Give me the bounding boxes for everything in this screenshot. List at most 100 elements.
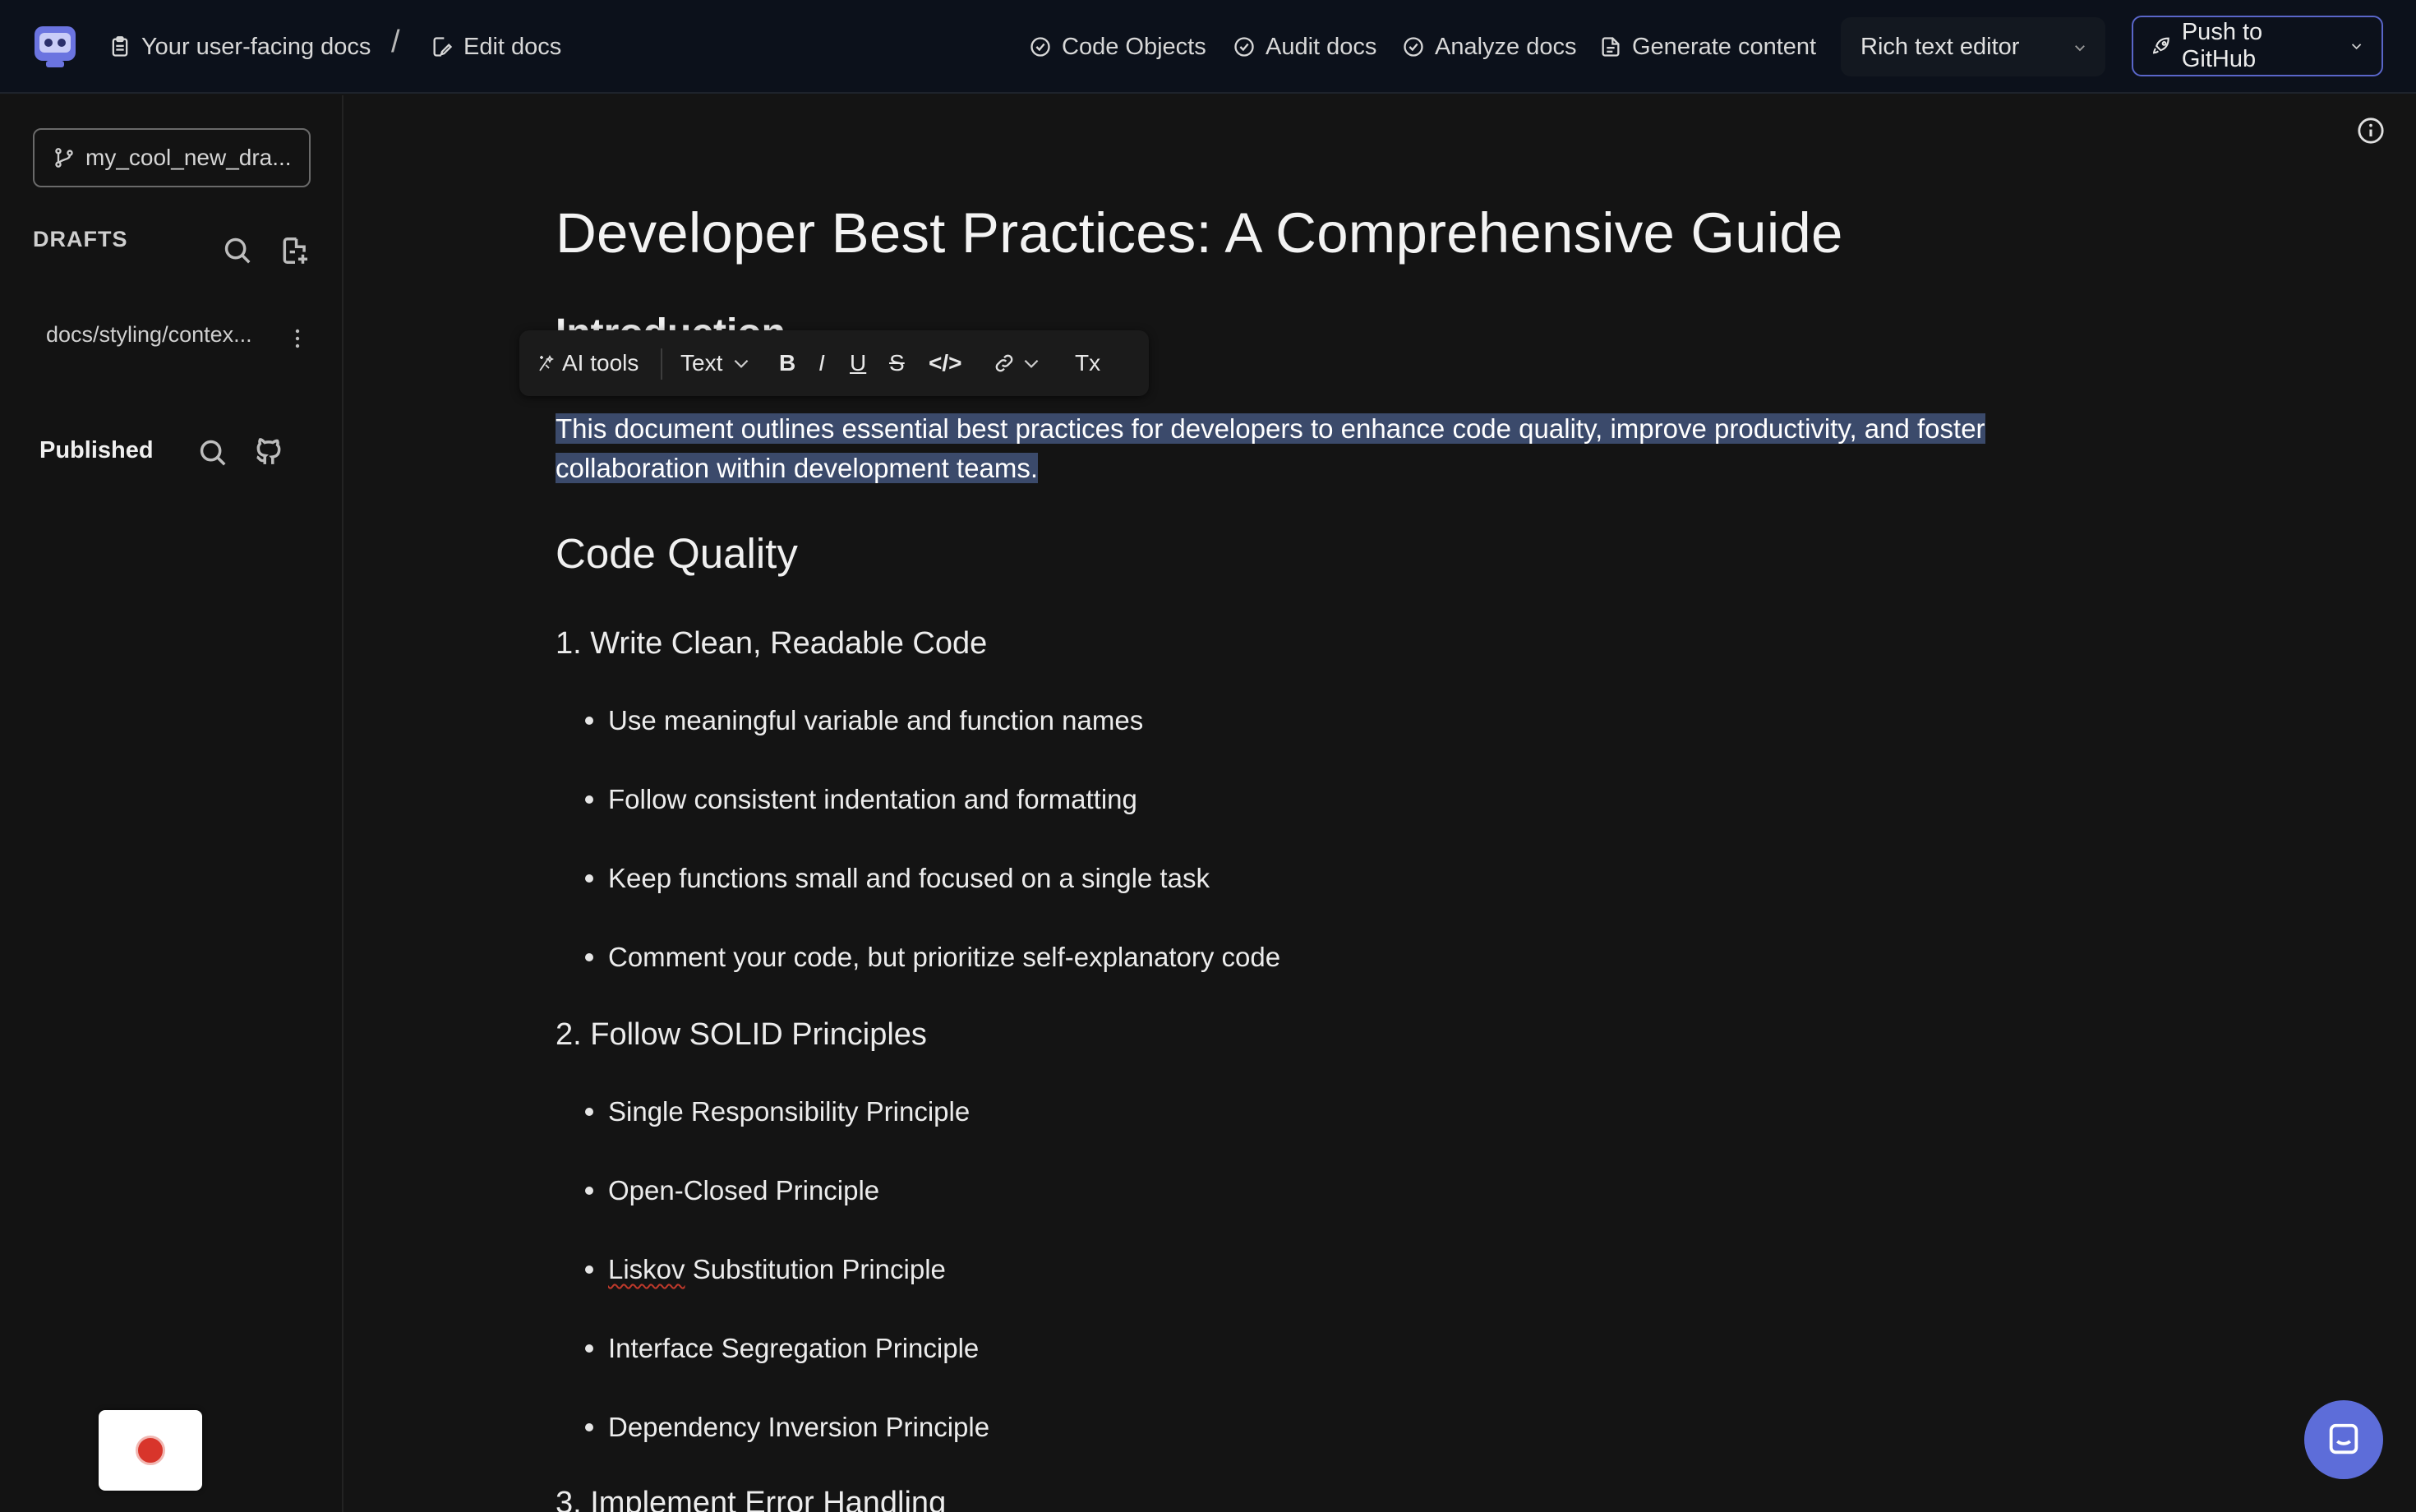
bold-button[interactable]: B xyxy=(779,330,795,396)
misspelled-word[interactable]: Liskov xyxy=(608,1254,685,1285)
published-heading: Published xyxy=(39,437,154,463)
search-icon[interactable] xyxy=(197,437,228,468)
app-logo-icon[interactable] xyxy=(31,23,79,69)
editor-mode-value: Rich text editor xyxy=(1860,33,2020,60)
selected-text: This document outlines essential best pr… xyxy=(556,413,1985,483)
bullet xyxy=(585,953,593,961)
list-item[interactable]: Comment your code, but prioritize self-e… xyxy=(585,942,1280,973)
code-label: </> xyxy=(929,350,962,376)
nav-generate-content[interactable]: Generate content xyxy=(1599,0,1816,94)
link-icon xyxy=(995,354,1013,372)
list-item[interactable]: Dependency Inversion Principle xyxy=(585,1412,989,1443)
clipboard-icon xyxy=(112,36,128,57)
check-circle-icon xyxy=(1404,37,1423,57)
github-icon[interactable] xyxy=(253,436,284,467)
nav-analyze-docs[interactable]: Analyze docs xyxy=(1402,0,1577,94)
list-item[interactable]: Single Responsibility Principle xyxy=(585,1096,970,1127)
bullet xyxy=(585,717,593,725)
list-item[interactable]: Interface Segregation Principle xyxy=(585,1333,979,1364)
link-dropdown[interactable] xyxy=(993,330,1042,396)
list-item-text: Substitution Principle xyxy=(685,1254,946,1284)
toolbar-divider xyxy=(661,348,662,380)
drafts-heading: DRAFTS xyxy=(33,227,128,251)
clear-format-button[interactable]: Tx xyxy=(1075,330,1100,396)
underline-label: U xyxy=(850,350,867,376)
bullet xyxy=(585,874,593,883)
more-options-icon[interactable] xyxy=(293,327,302,350)
top-bar: Your user-facing docs / Edit docs Code O… xyxy=(0,0,2416,94)
bullet xyxy=(585,795,593,804)
nav-audit-docs-label: Audit docs xyxy=(1266,33,1377,60)
check-circle-icon xyxy=(1030,37,1050,57)
chat-support-button[interactable] xyxy=(2304,1400,2383,1479)
chevron-down-icon xyxy=(2351,44,2362,50)
list-item-text: Open-Closed Principle xyxy=(608,1175,880,1205)
breadcrumb-docs[interactable]: Your user-facing docs xyxy=(108,0,371,94)
chat-icon xyxy=(2329,1423,2358,1454)
list-item[interactable]: Liskov Substitution Principle xyxy=(585,1254,946,1285)
branch-name: my_cool_new_dra... xyxy=(85,145,292,170)
list-item-text: Comment your code, but prioritize self-e… xyxy=(608,942,1281,972)
git-branch-icon xyxy=(55,148,73,168)
search-icon[interactable] xyxy=(222,235,253,266)
rocket-icon xyxy=(2152,37,2169,54)
chevron-down-icon xyxy=(735,359,749,368)
draft-item[interactable]: docs/styling/contex... xyxy=(46,322,309,348)
new-file-icon[interactable] xyxy=(279,235,311,266)
chevron-down-icon xyxy=(1024,359,1039,368)
document-icon xyxy=(1602,37,1620,57)
editor-mode-select[interactable]: Rich text editor xyxy=(1841,17,2105,76)
clear-format-label: Tx xyxy=(1075,350,1101,376)
bullet xyxy=(585,1108,593,1116)
record-icon xyxy=(136,1436,165,1465)
push-to-github-label: Push to GitHub xyxy=(2181,19,2263,72)
strikethrough-button[interactable]: S xyxy=(889,330,905,396)
bullet xyxy=(585,1265,593,1274)
nav-audit-docs[interactable]: Audit docs xyxy=(1233,0,1376,94)
underline-button[interactable]: U xyxy=(850,330,866,396)
list-item[interactable]: Open-Closed Principle xyxy=(585,1175,879,1206)
recording-indicator[interactable] xyxy=(99,1410,202,1491)
ai-tools-label: AI tools xyxy=(562,350,639,376)
breadcrumb-separator: / xyxy=(391,25,400,59)
sparkle-icon xyxy=(539,354,554,371)
list-item-text: Single Responsibility Principle xyxy=(608,1096,971,1127)
list-item[interactable]: Use meaningful variable and function nam… xyxy=(585,705,1143,736)
text-style-label: Text xyxy=(680,350,723,376)
strikethrough-label: S xyxy=(889,350,905,376)
italic-button[interactable]: I xyxy=(818,330,825,396)
subheading[interactable]: 1. Write Clean, Readable Code xyxy=(556,626,987,662)
list-item-text: Use meaningful variable and function nam… xyxy=(608,705,1144,735)
bullet xyxy=(585,1187,593,1195)
nav-code-objects[interactable]: Code Objects xyxy=(1029,0,1206,94)
push-to-github-button[interactable]: Push to GitHub xyxy=(2132,16,2383,76)
chevron-down-icon xyxy=(2075,45,2085,52)
list-item[interactable]: Keep functions small and focused on a si… xyxy=(585,863,1210,894)
list-item-text: Follow consistent indentation and format… xyxy=(608,784,1137,814)
subheading[interactable]: 3. Implement Error Handling xyxy=(556,1486,946,1512)
code-button[interactable]: </> xyxy=(929,330,961,396)
intro-paragraph[interactable]: This document outlines essential best pr… xyxy=(556,409,2066,488)
sidebar: my_cool_new_dra... DRAFTS docs/styling/c… xyxy=(0,95,343,1512)
list-item-text: Dependency Inversion Principle xyxy=(608,1412,990,1442)
list-item[interactable]: Follow consistent indentation and format… xyxy=(585,784,1137,815)
nav-code-objects-label: Code Objects xyxy=(1062,33,1206,60)
list-item-text: Interface Segregation Principle xyxy=(608,1333,980,1363)
branch-selector-button[interactable]: my_cool_new_dra... xyxy=(33,128,311,187)
list-item-text: Keep functions small and focused on a si… xyxy=(608,863,1210,893)
subheading[interactable]: 2. Follow SOLID Principles xyxy=(556,1017,927,1053)
text-style-dropdown[interactable]: Text xyxy=(680,330,752,396)
bold-label: B xyxy=(779,350,796,376)
intro-heading[interactable]: Introduction xyxy=(556,311,786,332)
ai-tools-button[interactable]: AI tools xyxy=(534,330,639,396)
check-circle-icon xyxy=(1234,37,1254,57)
document-title[interactable]: Developer Best Practices: A Comprehensiv… xyxy=(556,201,1843,265)
nav-generate-content-label: Generate content xyxy=(1632,33,1817,60)
section-heading[interactable]: Code Quality xyxy=(556,529,798,578)
info-icon[interactable] xyxy=(2357,117,2385,145)
bullet xyxy=(585,1423,593,1431)
breadcrumb-edit-label: Edit docs xyxy=(463,33,562,60)
edit-document-icon xyxy=(433,37,453,57)
breadcrumb-edit-docs[interactable]: Edit docs xyxy=(431,0,561,94)
bullet xyxy=(585,1344,593,1353)
